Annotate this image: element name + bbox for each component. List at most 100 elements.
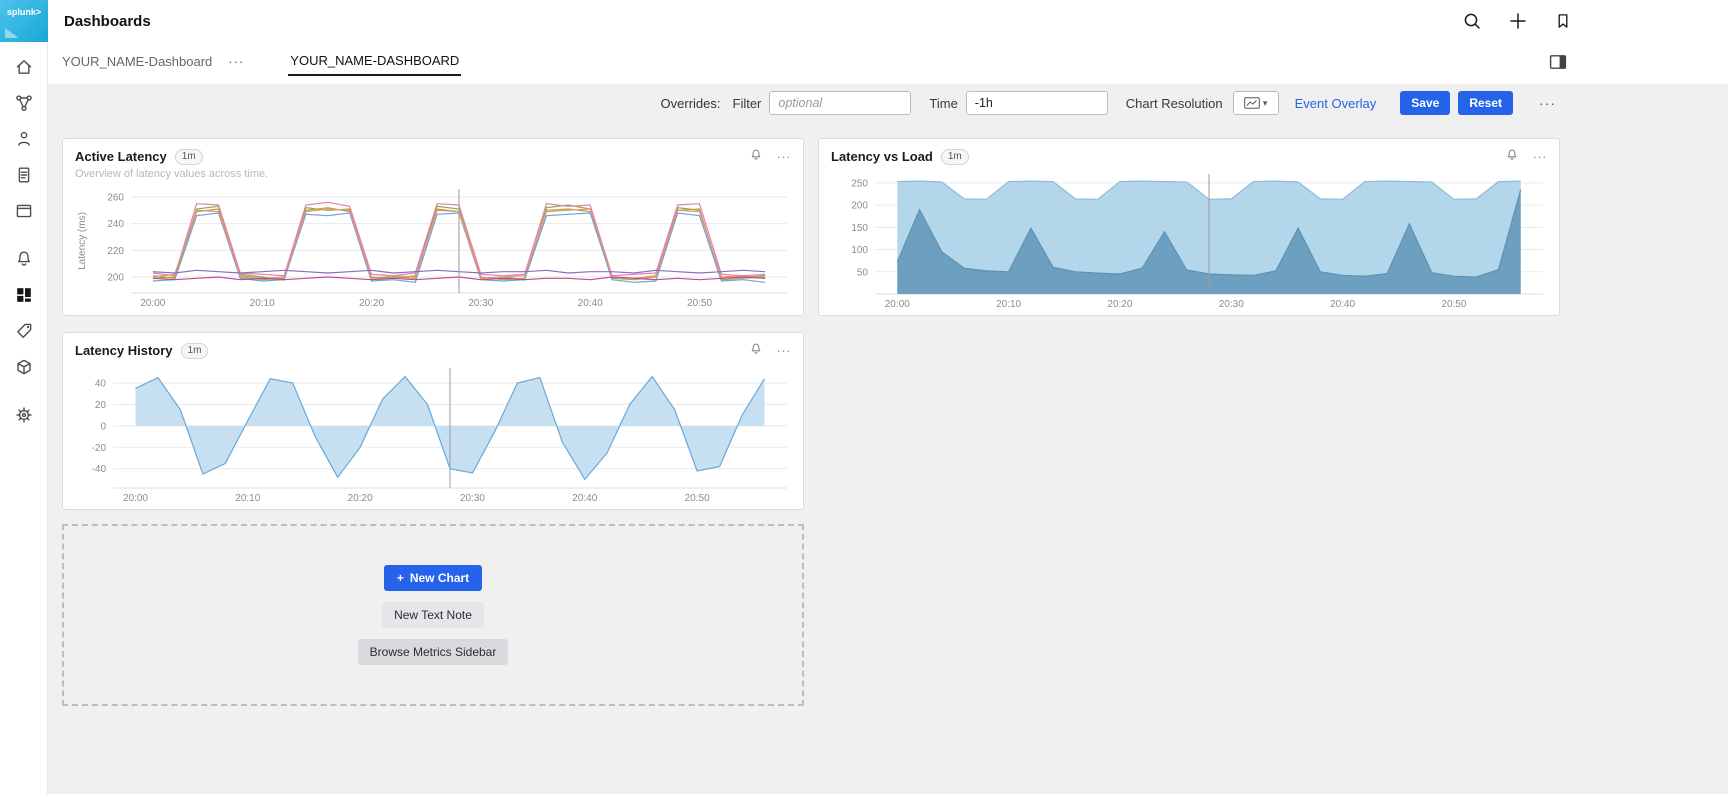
bell-icon [749,342,763,356]
bell-icon [1505,148,1519,162]
sidebar-item-apm[interactable] [14,92,34,113]
svg-text:220: 220 [107,246,124,257]
bell-icon [749,148,763,162]
topbar-actions [1462,11,1572,31]
svg-text:20:10: 20:10 [996,299,1021,310]
top-header: splunk> Dashboards [0,0,1728,42]
bookmarks-button[interactable] [1554,11,1572,31]
bell-icon [14,249,34,269]
apm-nodes-icon [14,93,34,113]
chart-alert-button[interactable] [1505,148,1519,165]
svg-text:20:20: 20:20 [348,493,373,504]
sidebar-item-infrastructure[interactable] [14,128,34,149]
user-icon [14,129,34,149]
new-chart-button[interactable]: + New Chart [384,565,482,591]
new-text-note-button[interactable]: New Text Note [382,602,484,628]
latency-history-chart[interactable]: -40-200204020:0020:1020:2020:3020:4020:5… [73,363,795,505]
chart-alert-button[interactable] [749,342,763,359]
browser-window-icon [14,201,34,221]
svg-text:20:30: 20:30 [1219,299,1244,310]
splunk-logo-text: splunk> [7,7,41,17]
toolbar-more-button[interactable]: ··· [1533,94,1562,112]
sidebar [0,42,48,794]
splunk-logo[interactable]: splunk> [0,0,48,42]
dashboard-tabs-bar: YOUR_NAME-Dashboard ··· YOUR_NAME-DASHBO… [48,42,1728,84]
overrides-toolbar: Overrides: Filter Time Chart Resolution … [48,84,1728,122]
browse-metrics-sidebar-button[interactable]: Browse Metrics Sidebar [358,639,509,665]
chart-alert-button[interactable] [749,148,763,165]
event-overlay-link[interactable]: Event Overlay [1295,96,1377,111]
time-input[interactable] [966,91,1108,115]
right-panel-toggle-button[interactable] [1548,53,1568,74]
reset-button[interactable]: Reset [1458,91,1513,115]
svg-text:20: 20 [95,400,107,411]
sidebar-item-rum[interactable] [14,200,34,221]
chart-resolution-label: Chart Resolution [1126,96,1223,111]
svg-text:Latency (ms): Latency (ms) [77,212,88,270]
dashboard-content: Active Latency 1m ··· Overview of latenc… [48,122,1728,794]
resolution-badge: 1m [181,343,209,359]
chart-card-latency-vs-load: Latency vs Load 1m ··· 5010015020025020:… [818,138,1560,316]
svg-text:40: 40 [95,379,107,390]
svg-text:200: 200 [107,273,124,284]
svg-text:20:50: 20:50 [685,493,710,504]
tab-dashboard[interactable]: YOUR_NAME-DASHBOARD [288,53,461,76]
sidebar-item-home[interactable] [14,56,34,77]
svg-text:150: 150 [851,223,868,234]
svg-text:20:10: 20:10 [250,298,275,309]
search-button[interactable] [1462,11,1482,31]
chart-resolution-dropdown[interactable]: ▾ [1233,91,1279,115]
svg-text:20:20: 20:20 [1107,299,1132,310]
chart-subtitle: Overview of latency values across time. [63,165,803,180]
svg-text:20:40: 20:40 [572,493,597,504]
svg-text:20:00: 20:00 [123,493,148,504]
svg-text:20:40: 20:40 [578,298,603,309]
chart-title: Latency History [75,343,173,358]
new-chart-label: New Chart [410,571,469,585]
sidebar-item-alerts[interactable] [14,248,34,269]
svg-text:20:50: 20:50 [687,298,712,309]
svg-text:0: 0 [100,421,106,432]
tag-icon [14,321,34,341]
overrides-label: Overrides: [661,96,721,111]
svg-text:20:30: 20:30 [468,298,493,309]
svg-text:240: 240 [107,219,124,230]
page-title: Dashboards [64,13,151,30]
breadcrumb-more-button[interactable]: ··· [222,53,250,70]
sidebar-item-settings[interactable] [14,404,34,425]
breadcrumb[interactable]: YOUR_NAME-Dashboard [62,54,212,69]
sidebar-item-dashboards[interactable] [14,284,34,305]
home-icon [14,57,34,77]
save-button[interactable]: Save [1400,91,1450,115]
search-icon [1462,11,1482,31]
chart-title: Latency vs Load [831,149,933,164]
svg-text:-40: -40 [92,464,107,475]
gear-icon [14,405,34,425]
svg-text:100: 100 [851,245,868,256]
svg-text:50: 50 [857,267,869,278]
latency-vs-load-chart[interactable]: 5010015020025020:0020:1020:2020:3020:402… [829,169,1551,311]
svg-text:20:50: 20:50 [1441,299,1466,310]
sidebar-item-synthetics[interactable] [14,356,34,377]
bookmark-icon [1554,11,1572,31]
filter-label: Filter [733,96,762,111]
svg-text:250: 250 [851,178,868,189]
chevron-down-icon: ▾ [1263,98,1268,109]
dashboards-grid-icon [14,285,34,305]
svg-text:200: 200 [851,201,868,212]
sidebar-item-metrics[interactable] [14,320,34,341]
chart-menu-button[interactable]: ··· [777,149,792,164]
tab-dashboard-label: YOUR_NAME-DASHBOARD [290,53,459,68]
filter-input[interactable] [769,91,911,115]
chart-menu-button[interactable]: ··· [777,343,792,358]
new-widget-placeholder: + New Chart New Text Note Browse Metrics… [62,524,804,706]
plus-icon: + [397,571,404,585]
sidebar-item-log-observer[interactable] [14,164,34,185]
svg-text:20:00: 20:00 [140,298,165,309]
chart-menu-button[interactable]: ··· [1533,149,1548,164]
create-button[interactable] [1508,11,1528,31]
svg-text:20:00: 20:00 [885,299,910,310]
active-latency-chart[interactable]: 20022024026020:0020:1020:2020:3020:4020:… [73,184,795,310]
cube-icon [14,357,34,377]
chart-card-active-latency: Active Latency 1m ··· Overview of latenc… [62,138,804,316]
